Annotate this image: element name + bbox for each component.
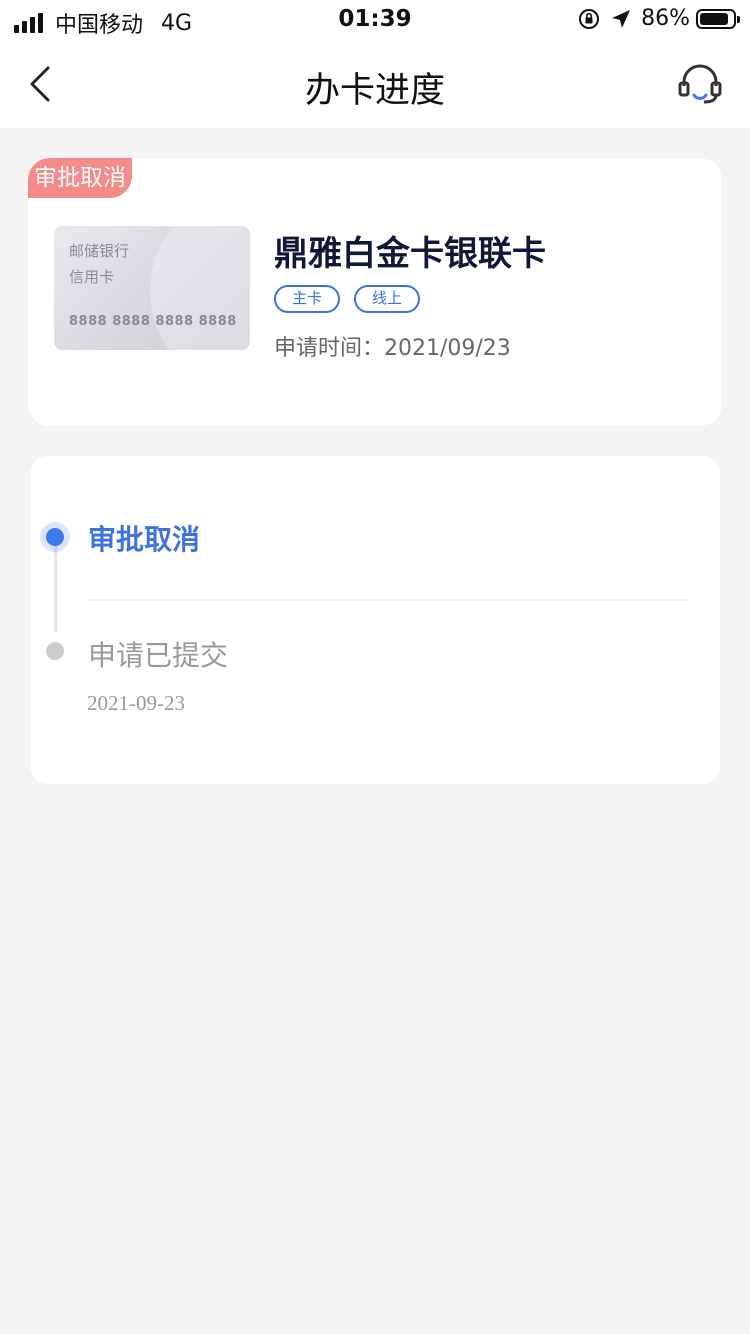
timeline-dot-active	[46, 528, 64, 546]
status-right: 86%	[577, 6, 740, 31]
product-name: 鼎雅白金卡银联卡	[274, 234, 546, 274]
step-date-submitted: 2021-09-23	[87, 691, 185, 715]
navigation-bar: 办卡进度	[0, 40, 750, 128]
step-divider	[87, 599, 687, 601]
product-card[interactable]: 审批取消 邮储银行 信用卡 8888 8888 8888 8888 鼎雅白金卡银…	[28, 158, 722, 426]
progress-timeline: 审批取消 申请已提交 2021-09-23	[30, 456, 720, 784]
page-title: 办卡进度	[304, 71, 445, 111]
customer-service-button[interactable]	[676, 60, 724, 108]
battery-percentage: 86%	[641, 6, 690, 31]
tag-primary-card: 主卡	[274, 285, 341, 313]
battery-level	[700, 12, 728, 25]
step-title-current: 审批取消	[88, 523, 201, 556]
battery-icon	[696, 8, 740, 29]
card-type: 信用卡	[69, 268, 115, 286]
timeline-connector	[54, 540, 57, 632]
card-bank-name: 邮储银行	[69, 242, 130, 260]
rotation-lock-icon	[579, 8, 600, 29]
card-decoration	[150, 226, 250, 350]
credit-card-image: 邮储银行 信用卡 8888 8888 8888 8888	[54, 226, 250, 350]
step-title-submitted: 申请已提交	[88, 639, 229, 672]
product-tags: 主卡 线上	[274, 285, 434, 313]
location-icon	[612, 9, 631, 28]
approval-status-badge: 审批取消	[28, 158, 132, 198]
status-bar: 中国移动 4G 01:39 86%	[0, 0, 750, 40]
apply-time: 申请时间：2021/09/23	[274, 336, 511, 361]
headset-icon	[678, 64, 722, 104]
card-number: 8888 8888 8888 8888	[69, 314, 237, 329]
tag-online: 线上	[354, 285, 421, 313]
timeline-dot	[46, 642, 64, 660]
